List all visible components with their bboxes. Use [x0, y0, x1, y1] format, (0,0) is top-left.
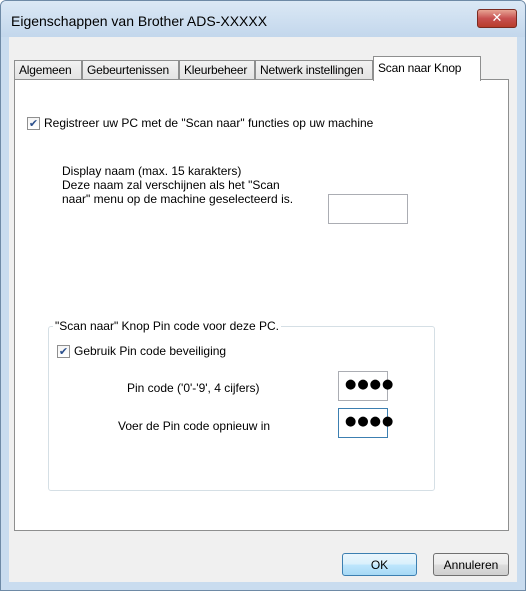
use-pin-checkbox[interactable]: ✔	[57, 345, 70, 358]
scan-naar-knop-panel: ✔ Registreer uw PC met de "Scan naar" fu…	[14, 79, 509, 531]
display-name-input[interactable]	[328, 194, 408, 224]
tab-algemeen[interactable]: Algemeen	[14, 60, 82, 80]
register-pc-label: Registreer uw PC met de "Scan naar" func…	[44, 116, 374, 130]
use-pin-label: Gebruik Pin code beveiliging	[74, 344, 227, 358]
display-name-help-line1: Deze naam zal verschijnen als het "Scan	[62, 178, 280, 192]
display-name-label: Display naam (max. 15 karakters)	[62, 164, 242, 178]
close-icon: ✕	[491, 11, 503, 26]
checkmark-icon: ✔	[28, 117, 39, 130]
tab-strip: Algemeen Gebeurtenissen Kleurbeheer Netw…	[14, 56, 514, 81]
close-button[interactable]: ✕	[477, 9, 517, 28]
properties-dialog: Eigenschappen van Brother ADS-XXXXX ✕ Al…	[0, 0, 526, 591]
tab-kleurbeheer[interactable]: Kleurbeheer	[179, 60, 255, 80]
cancel-button[interactable]: Annuleren	[433, 553, 509, 576]
dialog-client-area: Algemeen Gebeurtenissen Kleurbeheer Netw…	[9, 37, 517, 582]
pin-code-label: Pin code ('0'-'9', 4 cijfers)	[127, 381, 260, 395]
pin-code-input[interactable]: ●●●●	[338, 371, 393, 401]
register-pc-checkbox[interactable]: ✔	[27, 117, 40, 130]
display-name-help-line2: naar" menu op de machine geselecteerd is…	[62, 192, 294, 206]
tab-gebeurtenissen[interactable]: Gebeurtenissen	[82, 60, 179, 80]
window-title: Eigenschappen van Brother ADS-XXXXX	[11, 13, 268, 29]
tab-scan-naar-knop[interactable]: Scan naar Knop	[373, 56, 481, 81]
pin-repeat-input[interactable]: ●●●●	[338, 408, 393, 438]
title-bar[interactable]: Eigenschappen van Brother ADS-XXXXX ✕	[1, 1, 525, 37]
ok-button[interactable]: OK	[342, 553, 417, 576]
checkmark-icon: ✔	[58, 345, 69, 358]
tab-netwerk-instellingen[interactable]: Netwerk instellingen	[255, 60, 373, 80]
pin-group-legend: "Scan naar" Knop Pin code voor deze PC.	[53, 319, 281, 333]
pin-repeat-label: Voer de Pin code opnieuw in	[118, 419, 271, 433]
